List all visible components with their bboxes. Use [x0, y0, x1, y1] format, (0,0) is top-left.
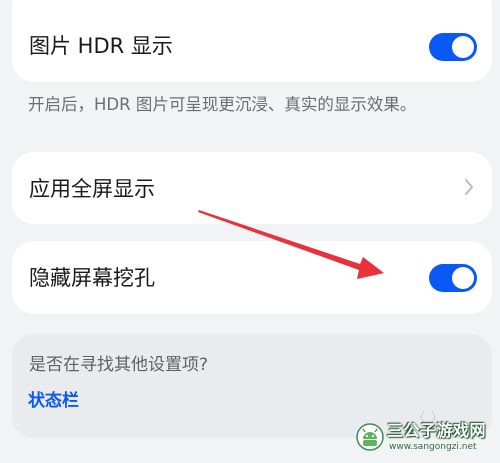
hdr-description: 开启后，HDR 图片可呈现更沉浸、真实的显示效果。	[28, 95, 417, 114]
hide-notch-setting-label: 隐藏屏幕挖孔	[29, 266, 155, 290]
status-bar-link[interactable]: 状态栏	[28, 390, 79, 412]
hide-notch-toggle-knob	[452, 267, 474, 289]
watermark-title: 三公子游戏网	[387, 421, 487, 440]
watermark-url: www.sangongzi.net	[389, 442, 477, 452]
fullscreen-setting-label: 应用全屏显示	[29, 177, 155, 201]
watermark: 三公子游戏网 www.sangongzi.net	[356, 420, 496, 460]
chevron-right-icon	[465, 179, 473, 195]
hdr-setting-label: 图片 HDR 显示	[29, 34, 173, 58]
hide-notch-setting-card: 隐藏屏幕挖孔	[12, 241, 492, 314]
hdr-toggle[interactable]	[429, 33, 477, 61]
hdr-toggle-knob	[452, 36, 474, 58]
android-robot-icon	[356, 423, 384, 451]
hide-notch-toggle[interactable]	[429, 264, 477, 292]
fullscreen-setting-row[interactable]: 应用全屏显示	[12, 152, 492, 224]
hdr-setting-card: 图片 HDR 显示	[12, 0, 492, 82]
search-suggestion-question: 是否在寻找其他设置项?	[29, 355, 209, 375]
